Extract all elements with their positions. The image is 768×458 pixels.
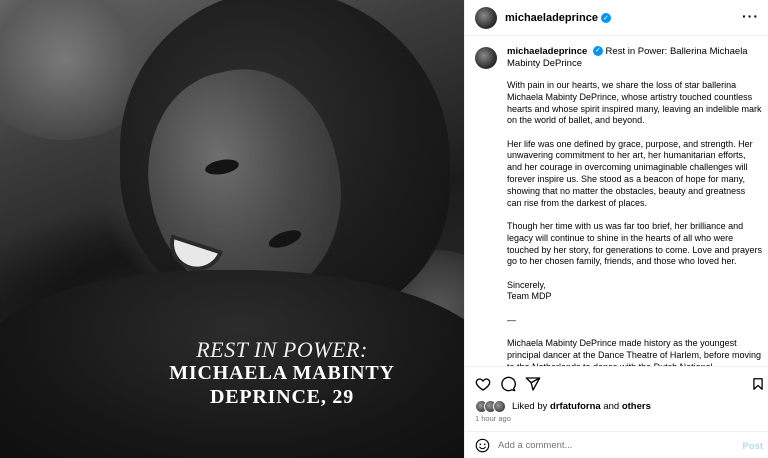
caption-signature: Team MDP (507, 291, 552, 302)
post-header: michaeladeprince ✓ ··· (465, 0, 768, 36)
avatar[interactable] (475, 47, 497, 69)
likes-summary: Liked by drfatuforna and others (475, 400, 651, 413)
likes-prefix: Liked by (512, 401, 548, 412)
post-image[interactable]: REST IN POWER: MICHAELA MABINTY DEPRINCE… (0, 0, 464, 458)
avatar[interactable] (475, 6, 497, 29)
caption-divider: — (507, 314, 516, 325)
caption-paragraph: Michaela Mabinty DePrince made history a… (507, 338, 761, 366)
caption-paragraph: Though her time with us was far too brie… (507, 220, 762, 267)
verified-badge-icon: ✓ (600, 12, 611, 23)
more-options-icon[interactable]: ··· (742, 9, 759, 23)
header-username[interactable]: michaeladeprince (505, 12, 598, 24)
caption-title: michaeladeprince ✓ Rest in Power: Baller… (507, 46, 757, 70)
overlay-headline: REST IN POWER: (196, 337, 368, 362)
emoji-icon[interactable] (475, 438, 490, 453)
likes-text: Liked by drfatuforna and others (512, 401, 651, 412)
share-icon[interactable] (525, 376, 541, 392)
verified-badge-icon: ✓ (592, 46, 603, 57)
comment-input[interactable] (498, 439, 728, 451)
comment-bar: Post (465, 431, 768, 458)
post-timestamp[interactable]: 1 hour ago (475, 414, 511, 423)
comment-icon[interactable] (500, 376, 516, 392)
likes-user-link[interactable]: drfatuforna (550, 401, 601, 412)
caption-body: With pain in our hearts, we share the lo… (507, 80, 762, 366)
caption-header: michaeladeprince ✓ Rest in Power: Baller… (475, 46, 765, 70)
caption-paragraph: Her life was one defined by grace, purpo… (507, 138, 753, 208)
likes-and: and (603, 401, 620, 412)
likes-others-link[interactable]: others (622, 401, 651, 412)
overlay-name-line1: MICHAELA MABINTY (169, 362, 395, 384)
caption-signoff: Sincerely, (507, 279, 546, 290)
bookmark-icon[interactable] (751, 376, 765, 392)
post-comment-button[interactable]: Post (742, 441, 763, 452)
overlay-name-line2: DEPRINCE, 29 (209, 386, 355, 408)
heart-icon[interactable] (475, 376, 491, 392)
caption-scroll-area[interactable]: michaeladeprince ✓ Rest in Power: Baller… (465, 36, 768, 366)
caption-username[interactable]: michaeladeprince (507, 46, 587, 57)
post-sidebar: michaeladeprince ✓ ··· michaeladeprince … (464, 0, 768, 458)
liker-avatar (493, 400, 506, 413)
action-bar (465, 366, 768, 400)
caption-paragraph: With pain in our hearts, we share the lo… (507, 80, 762, 126)
